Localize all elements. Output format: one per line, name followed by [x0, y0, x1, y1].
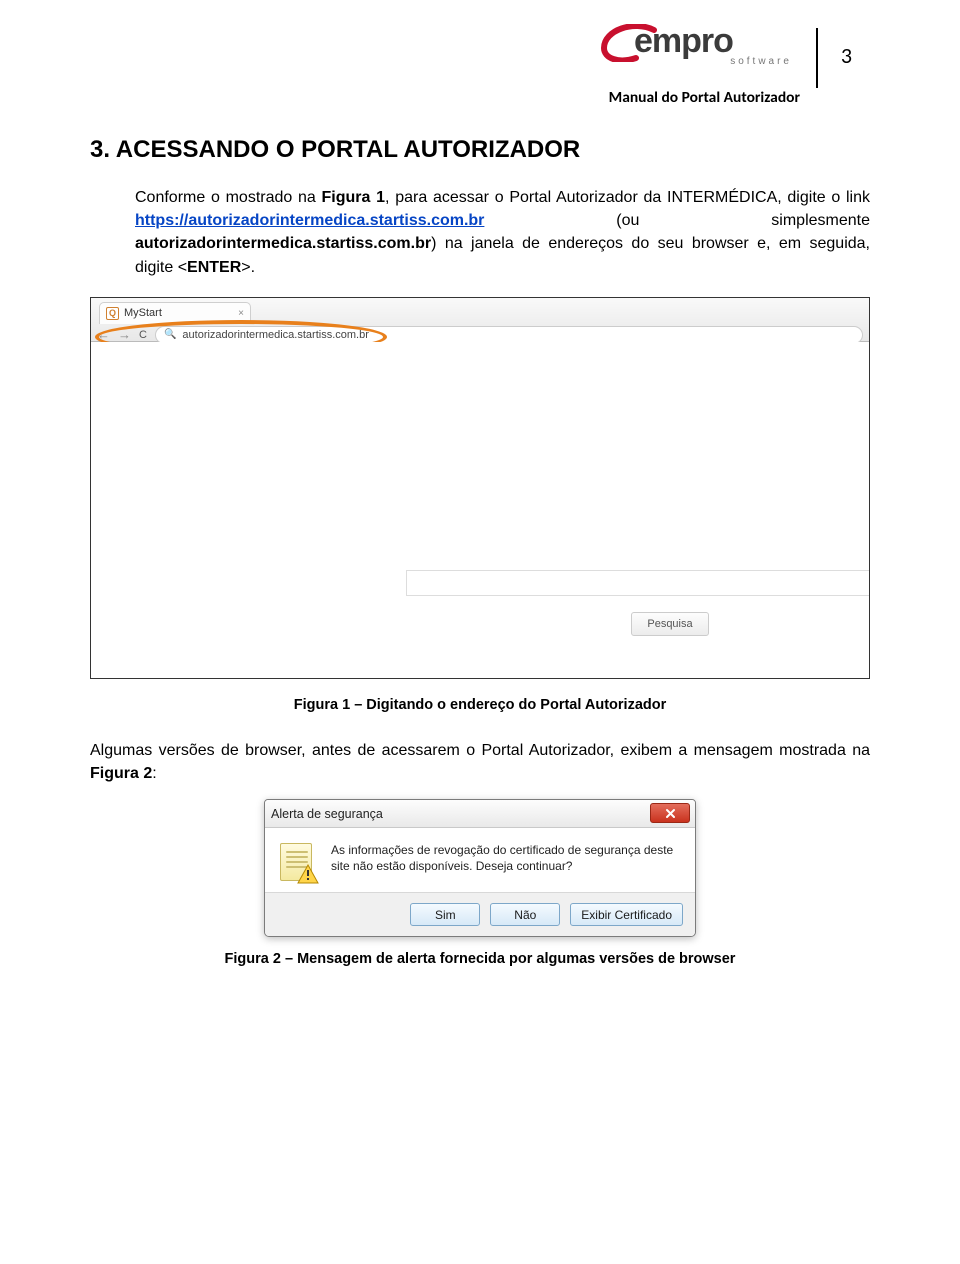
- figure-2-caption: Figura 2 – Mensagem de alerta fornecida …: [90, 951, 870, 967]
- dialog-footer: Sim Não Exibir Certificado: [265, 892, 695, 936]
- close-icon: [665, 808, 676, 819]
- no-button[interactable]: Não: [490, 903, 560, 926]
- portal-url-plain: autorizadorintermedica.startiss.com.br: [135, 235, 431, 252]
- show-certificate-label: Exibir Certificado: [581, 908, 672, 922]
- text: Algumas versões de browser, antes de ace…: [90, 742, 870, 759]
- yes-button-label: Sim: [435, 908, 456, 922]
- show-certificate-button[interactable]: Exibir Certificado: [570, 903, 683, 926]
- manual-title: Manual do Portal Autorizador: [609, 88, 800, 107]
- search-row: [406, 570, 870, 596]
- dialog-title: Alerta de segurança: [271, 807, 383, 821]
- text: , para acessar o Portal Autorizador da I…: [385, 189, 870, 206]
- text: Conforme o mostrado na: [135, 189, 322, 206]
- page-number: 3: [841, 42, 852, 69]
- logo-subtitle: software: [730, 56, 792, 67]
- figure-ref-1: Figura 1: [322, 189, 386, 206]
- paragraph-alert: Algumas versões de browser, antes de ace…: [90, 739, 870, 785]
- text: :: [152, 765, 156, 782]
- tab-favicon-icon: Q: [106, 307, 119, 320]
- dialog-wrapper: Alerta de segurança As informações de re…: [90, 799, 870, 937]
- browser-body: Pesquisa: [91, 342, 869, 678]
- figure-ref-2: Figura 2: [90, 765, 152, 782]
- section-heading: 3. ACESSANDO O PORTAL AUTORIZADOR: [90, 136, 870, 164]
- tab-label: MyStart: [124, 307, 162, 319]
- search-button-label: Pesquisa: [647, 618, 692, 630]
- nav-reload-icon[interactable]: C: [139, 329, 147, 341]
- no-button-label: Não: [514, 908, 536, 922]
- nav-back-icon[interactable]: ←: [97, 327, 110, 342]
- address-text: autorizadorintermedica.startiss.com.br: [182, 329, 368, 341]
- browser-toolbar: Q MyStart × ← → C 🔍 autorizadorintermedi…: [91, 298, 869, 342]
- header-divider: [816, 28, 818, 88]
- logo: empro software: [600, 20, 800, 70]
- search-button[interactable]: Pesquisa: [631, 612, 709, 636]
- logo-block: empro software: [600, 20, 800, 70]
- certificate-warning-icon: [279, 842, 319, 882]
- nav-forward-icon[interactable]: →: [118, 327, 131, 342]
- dialog-message: As informações de revogação do certifica…: [331, 842, 679, 882]
- page-header: empro software 3 Manual do Portal Autori…: [90, 20, 870, 110]
- search-icon: 🔍: [164, 329, 176, 340]
- dialog-body: As informações de revogação do certifica…: [265, 828, 695, 892]
- text: >.: [241, 259, 255, 276]
- enter-key: ENTER: [187, 259, 241, 276]
- yes-button[interactable]: Sim: [410, 903, 480, 926]
- tab-close-icon[interactable]: ×: [238, 308, 244, 319]
- dialog-close-button[interactable]: [650, 803, 690, 823]
- text: (ou simplesmente: [484, 212, 870, 229]
- dialog-titlebar: Alerta de segurança: [265, 800, 695, 828]
- security-alert-dialog: Alerta de segurança As informações de re…: [264, 799, 696, 937]
- search-input[interactable]: [406, 570, 870, 596]
- browser-screenshot: Q MyStart × ← → C 🔍 autorizadorintermedi…: [90, 297, 870, 679]
- logo-text: empro: [634, 22, 733, 61]
- warning-badge-icon: [297, 864, 319, 884]
- browser-tab[interactable]: Q MyStart ×: [99, 302, 251, 324]
- portal-url-link[interactable]: https://autorizadorintermedica.startiss.…: [135, 212, 484, 229]
- figure-1-caption: Figura 1 – Digitando o endereço do Porta…: [90, 697, 870, 713]
- paragraph-intro: Conforme o mostrado na Figura 1, para ac…: [135, 186, 870, 279]
